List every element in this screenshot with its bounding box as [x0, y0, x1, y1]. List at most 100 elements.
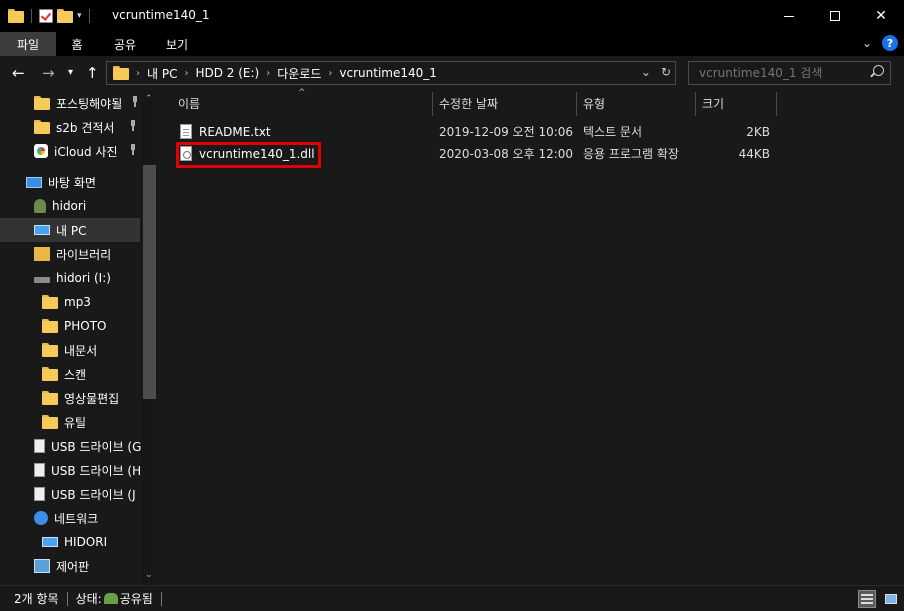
forward-button[interactable]: →: [42, 64, 55, 82]
file-row[interactable]: README.txt 2019-12-09 오전 10:06 텍스트 문서 2K…: [178, 121, 778, 142]
column-header-type[interactable]: 유형: [577, 90, 695, 116]
nav-item-hidori-user[interactable]: hidori: [0, 194, 140, 218]
nav-item-label: 라이브러리: [56, 247, 112, 262]
breadcrumb-separator[interactable]: ›: [133, 68, 143, 79]
file-name-cell: vcruntime140_1.dll: [180, 143, 315, 164]
nav-item-desktop[interactable]: 바탕 화면: [0, 170, 140, 194]
title-bar: ▾ vcruntime140_1 ✕: [0, 0, 904, 32]
item-count: 2개 항목: [14, 592, 59, 606]
navigation-scrollbar[interactable]: ⌃ ⌄: [141, 90, 158, 585]
help-icon[interactable]: ?: [882, 35, 898, 51]
large-icons-view-button[interactable]: [882, 590, 900, 608]
column-header-size[interactable]: 크기: [696, 90, 776, 116]
usb-drive-icon: [34, 439, 45, 453]
breadcrumb-hdd2[interactable]: HDD 2 (E:): [191, 66, 263, 80]
maximize-button[interactable]: [812, 0, 858, 32]
scroll-up-icon[interactable]: ⌃: [145, 94, 153, 104]
state-value: 공유됨: [119, 592, 153, 606]
tab-file[interactable]: 파일: [0, 32, 56, 56]
file-modified: 2020-03-08 오후 12:00: [439, 147, 574, 161]
library-icon: [34, 247, 50, 261]
breadcrumb-separator[interactable]: ›: [263, 68, 273, 79]
state-label: 상태:: [75, 592, 102, 606]
nav-item-label: 스캔: [64, 367, 87, 382]
folder-icon: [34, 120, 50, 134]
nav-item-label: 제어판: [56, 559, 90, 574]
nav-item-my-pc[interactable]: 내 PC: [0, 218, 140, 242]
nav-item-usb-h[interactable]: USB 드라이브 (H: [0, 458, 142, 482]
file-size: 44KB: [738, 146, 770, 161]
nav-item-label: mp3: [64, 295, 91, 309]
nav-item-utilities[interactable]: 유틸: [0, 410, 140, 434]
new-folder-icon[interactable]: [57, 9, 73, 23]
breadcrumb-my-pc[interactable]: 내 PC: [143, 65, 181, 82]
nav-item-usb-g[interactable]: USB 드라이브 (G: [0, 434, 141, 458]
nav-item-libraries[interactable]: 라이브러리: [0, 242, 140, 266]
refresh-icon[interactable]: ↻: [661, 65, 671, 79]
search-icon[interactable]: [873, 65, 884, 76]
column-header-name[interactable]: 이름: [172, 90, 432, 116]
expand-ribbon-icon[interactable]: ⌄: [862, 36, 872, 50]
details-view-button[interactable]: [858, 590, 876, 608]
network-icon: [34, 511, 48, 525]
folder-icon: [42, 295, 58, 309]
nav-item-video-editing[interactable]: 영상물편집: [0, 386, 140, 410]
tab-view[interactable]: 보기: [152, 32, 202, 56]
close-button[interactable]: ✕: [858, 0, 904, 32]
scrollbar-thumb[interactable]: [143, 165, 156, 399]
tab-home[interactable]: 홈: [56, 32, 98, 56]
tab-share[interactable]: 공유: [98, 32, 152, 56]
column-divider[interactable]: [776, 92, 777, 116]
usb-drive-icon: [34, 487, 45, 501]
maximize-icon: [830, 11, 840, 21]
text-file-icon: [180, 124, 192, 139]
nav-item-photo[interactable]: PHOTO: [0, 314, 140, 338]
file-row[interactable]: vcruntime140_1.dll 2020-03-08 오후 12:00 응…: [178, 143, 778, 164]
recent-locations-icon[interactable]: ▾: [68, 67, 73, 78]
minimize-button[interactable]: [766, 0, 812, 32]
nav-item-usb-j[interactable]: USB 드라이브 (J: [0, 482, 140, 506]
breadcrumb-current-folder[interactable]: vcruntime140_1: [335, 66, 441, 80]
nav-item-label: 포스팅해야될: [56, 96, 123, 111]
properties-icon[interactable]: [39, 9, 53, 23]
nav-item-posting[interactable]: 포스팅해야될: [0, 91, 140, 115]
breadcrumb-downloads[interactable]: 다운로드: [273, 65, 325, 82]
nav-item-label: 바탕 화면: [48, 175, 96, 190]
search-box[interactable]: [688, 61, 891, 85]
breadcrumb-separator[interactable]: ›: [325, 68, 335, 79]
nav-item-s2b[interactable]: s2b 견적서: [0, 115, 140, 139]
up-button[interactable]: ↑: [86, 64, 99, 82]
nav-item-network[interactable]: 네트워크: [0, 506, 140, 530]
view-switcher: [858, 590, 900, 608]
large-icons-view-icon: [885, 594, 897, 604]
breadcrumb-separator[interactable]: ›: [181, 68, 191, 79]
column-header-modified[interactable]: 수정한 날짜: [433, 90, 576, 116]
ribbon: 파일 홈 공유 보기 ⌄ ?: [0, 32, 904, 56]
nav-item-scan[interactable]: 스캔: [0, 362, 140, 386]
drive-icon: [34, 277, 50, 283]
scroll-down-icon[interactable]: ⌄: [145, 570, 153, 580]
nav-item-hidori-network-pc[interactable]: HIDORI: [0, 530, 140, 554]
customize-toolbar-icon[interactable]: ▾: [77, 11, 82, 21]
file-name: README.txt: [199, 124, 271, 139]
dll-file-icon: [180, 146, 192, 161]
back-button[interactable]: ←: [12, 64, 25, 82]
nav-item-label: s2b 견적서: [56, 120, 115, 135]
nav-item-icloud-photos[interactable]: iCloud 사진: [0, 139, 140, 163]
user-icon: [34, 199, 46, 213]
navigation-pane: 포스팅해야될 s2b 견적서 iCloud 사진 바탕 화면 hidori 내 …: [0, 90, 158, 585]
address-bar[interactable]: › 내 PC › HDD 2 (E:) › 다운로드 › vcruntime14…: [106, 61, 676, 85]
ribbon-controls: ⌄ ?: [862, 35, 898, 51]
nav-item-label: 내 PC: [56, 223, 87, 238]
nav-item-control-panel[interactable]: 제어판: [0, 554, 140, 578]
nav-item-label: USB 드라이브 (H: [51, 463, 142, 478]
nav-item-label: hidori (I:): [56, 271, 111, 285]
nav-item-label: 내문서: [64, 343, 98, 358]
nav-item-mp3[interactable]: mp3: [0, 290, 140, 314]
search-input[interactable]: [699, 66, 859, 80]
nav-item-my-documents[interactable]: 내문서: [0, 338, 140, 362]
address-dropdown-icon[interactable]: ⌄: [641, 65, 651, 79]
folder-icon: [8, 9, 24, 23]
nav-item-hidori-drive[interactable]: hidori (I:): [0, 266, 140, 290]
minimize-icon: [784, 15, 794, 17]
